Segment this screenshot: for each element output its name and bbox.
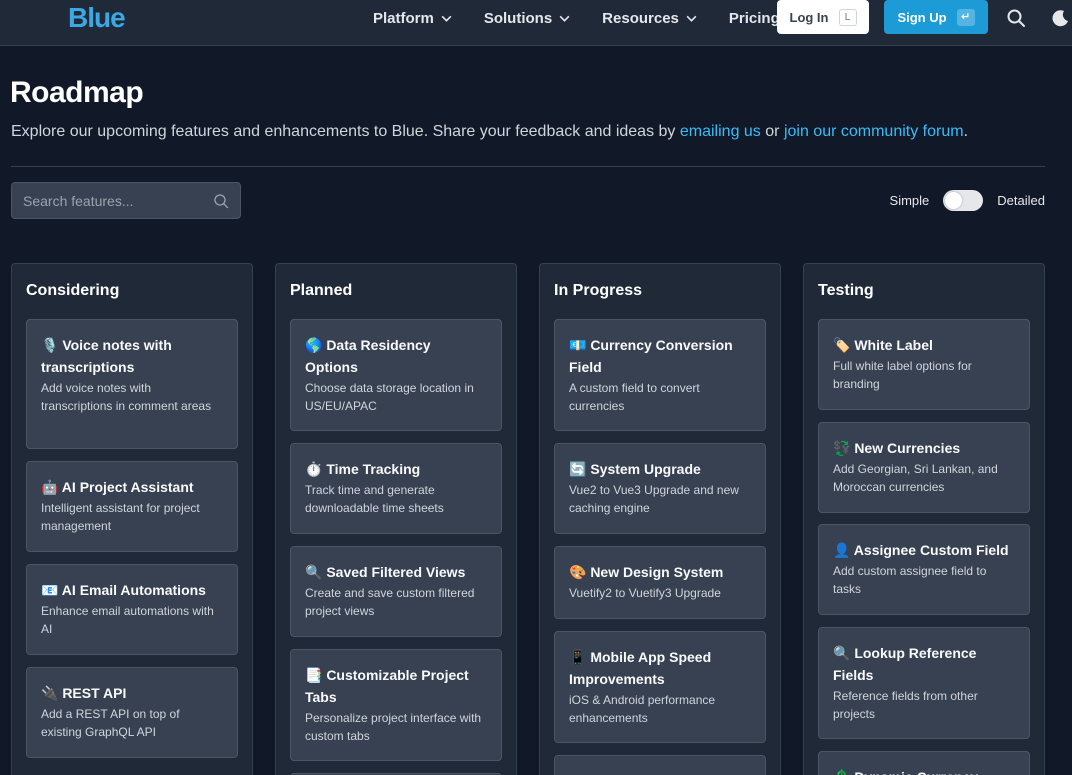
- card-description: Enhance email automations with AI: [41, 604, 214, 636]
- roadmap-card[interactable]: 📑 Customizable Project Tabs Personalize …: [290, 649, 502, 761]
- column-in-progress: In Progress 💶 Currency Conversion Field …: [539, 263, 781, 775]
- card-description: A custom field to convert currencies: [569, 381, 700, 413]
- search-box: [11, 182, 241, 219]
- card-title: 📱 Mobile App Speed Improvements: [569, 649, 712, 687]
- view-mode-toggle: Simple Detailed: [890, 190, 1045, 211]
- roadmap-card[interactable]: 🎙️ Voice notes with transcriptions Add v…: [26, 319, 238, 449]
- toggle-simple-label: Simple: [889, 193, 930, 208]
- card-title: 📧 AI Email Automations: [41, 582, 206, 598]
- divider: [11, 166, 1045, 167]
- blue-logo[interactable]: Blue: [68, 2, 126, 34]
- intro-period: .: [963, 123, 969, 140]
- card-description: Add voice notes with transcriptions in c…: [41, 381, 212, 413]
- roadmap-card[interactable]: 📧 AI Email Automations Enhance email aut…: [26, 564, 238, 655]
- card-title: 👤 Assignee Custom Field: [833, 542, 1009, 558]
- nav-solutions[interactable]: Solutions: [484, 10, 571, 27]
- column-planned: Planned 🌎 Data Residency Options Choose …: [275, 263, 517, 775]
- signup-shortcut-key: ↵: [956, 8, 975, 26]
- column-testing: Testing 🏷️ White Label Full white label …: [803, 263, 1045, 775]
- card-description: Vuetify2 to Vuetify3 Upgrade: [569, 586, 721, 600]
- card-title: 🔍 Lookup Reference Fields: [833, 645, 977, 683]
- switch-knob: [945, 192, 963, 209]
- login-label: Log In: [789, 9, 829, 25]
- roadmap-card[interactable]: ⏱️ Time Tracking Track time and generate…: [290, 443, 502, 534]
- chevron-down-icon: [686, 15, 697, 22]
- column-title: Considering: [26, 282, 120, 299]
- card-description: Intelligent assistant for project manage…: [41, 501, 200, 533]
- search-icon[interactable]: [1006, 8, 1026, 28]
- column-title: In Progress: [554, 282, 643, 299]
- roadmap-card[interactable]: 🔌 REST API Add a REST API on top of exis…: [26, 667, 238, 758]
- card-description: Track time and generate downloadable tim…: [305, 483, 444, 515]
- column-considering: Considering 🎙️ Voice notes with transcri…: [11, 263, 253, 775]
- card-title: 🔍 Saved Filtered Views: [305, 564, 466, 580]
- toggle-detailed-label: Detailed: [997, 193, 1045, 208]
- nav-pricing[interactable]: Pricing: [729, 10, 780, 27]
- search-icon: [214, 194, 229, 209]
- card-description: Vue2 to Vue3 Upgrade and new caching eng…: [569, 483, 739, 515]
- card-title: 🌎 Data Residency Options: [305, 337, 431, 375]
- chevron-down-icon: [559, 15, 570, 22]
- card-description: Add a REST API on top of existing GraphQ…: [41, 707, 180, 739]
- card-title: 🔌 REST API: [41, 685, 127, 701]
- roadmap-card[interactable]: 🔍 Saved Filtered Views Create and save c…: [290, 546, 502, 637]
- signup-button[interactable]: Sign Up ↵: [884, 0, 988, 34]
- card-title: ⏱️ Time Tracking: [305, 461, 421, 477]
- column-title: Planned: [290, 282, 353, 299]
- card-description: Add Georgian, Sri Lankan, and Moroccan c…: [833, 462, 998, 494]
- card-title: 📑 Customizable Project Tabs: [305, 667, 469, 705]
- email-link[interactable]: emailing us: [680, 123, 761, 140]
- card-title: 💲 Dynamic Currency: [833, 766, 1015, 775]
- roadmap-card[interactable]: 🌎 Data Residency Options Choose data sto…: [290, 319, 502, 431]
- moon-icon[interactable]: [1050, 8, 1070, 28]
- card-description: Full white label options for branding: [833, 359, 972, 391]
- card-title: 🎨 New Design System: [569, 564, 724, 580]
- view-mode-switch[interactable]: [943, 190, 984, 211]
- main-nav: Platform Solutions Resources Pricing: [373, 0, 811, 36]
- login-button[interactable]: Log In L: [777, 0, 869, 34]
- community-forum-link[interactable]: join our community forum: [784, 123, 964, 140]
- search-input[interactable]: [12, 183, 207, 218]
- nav-resources-label: Resources: [602, 9, 679, 27]
- card-title: 💱 New Currencies: [833, 440, 961, 456]
- page-title: Roadmap: [10, 76, 144, 109]
- nav-platform-label: Platform: [373, 9, 434, 27]
- card-title: 🏷️ White Label: [833, 337, 933, 353]
- card-description: Personalize project interface with custo…: [305, 711, 482, 743]
- roadmap-card[interactable]: 🔍 Lookup Reference Fields Reference fiel…: [818, 627, 1030, 739]
- card-description: Create and save custom filtered project …: [305, 586, 475, 618]
- roadmap-card[interactable]: 💶 Currency Conversion Field A custom fie…: [554, 319, 766, 431]
- roadmap-card[interactable]: [554, 755, 766, 775]
- roadmap-card[interactable]: 💱 New Currencies Add Georgian, Sri Lanka…: [818, 422, 1030, 513]
- roadmap-card[interactable]: 🤖 AI Project Assistant Intelligent assis…: [26, 461, 238, 552]
- card-title: 🤖 AI Project Assistant: [41, 479, 194, 495]
- signup-label: Sign Up: [897, 9, 947, 25]
- roadmap-card[interactable]: 🏷️ White Label Full white label options …: [818, 319, 1030, 410]
- card-description: Choose data storage location in US/EU/AP…: [305, 381, 474, 413]
- login-shortcut-key: L: [838, 8, 857, 26]
- roadmap-card[interactable]: 📱 Mobile App Speed Improvements iOS & An…: [554, 631, 766, 743]
- nav-pricing-label: Pricing: [728, 9, 780, 27]
- roadmap-card[interactable]: 🎨 New Design System Vuetify2 to Vuetify3…: [554, 546, 766, 619]
- roadmap-card[interactable]: 💲 Dynamic Currency: [818, 751, 1030, 775]
- roadmap-card[interactable]: 👤 Assignee Custom Field Add custom assig…: [818, 524, 1030, 615]
- nav-resources[interactable]: Resources: [602, 10, 698, 27]
- card-title: 🔄 System Upgrade: [569, 461, 701, 477]
- column-title: Testing: [818, 282, 874, 299]
- card-description: Add custom assignee field to tasks: [833, 564, 987, 596]
- chevron-down-icon: [441, 15, 452, 22]
- nav-platform[interactable]: Platform: [373, 10, 453, 27]
- card-description: iOS & Android performance enhancements: [569, 693, 716, 725]
- page-intro: Explore our upcoming features and enhanc…: [11, 123, 968, 141]
- card-title: 🎙️ Voice notes with transcriptions: [41, 337, 172, 375]
- card-title: 💶 Currency Conversion Field: [569, 337, 733, 375]
- nav-solutions-label: Solutions: [483, 9, 553, 27]
- top-navigation-bar: Blue Platform Solutions Resources Pricin…: [0, 0, 1072, 46]
- intro-or: or: [760, 123, 784, 140]
- card-description: Reference fields from other projects: [833, 689, 978, 721]
- roadmap-card[interactable]: 🔄 System Upgrade Vue2 to Vue3 Upgrade an…: [554, 443, 766, 534]
- intro-text: Explore our upcoming features and enhanc…: [11, 123, 680, 140]
